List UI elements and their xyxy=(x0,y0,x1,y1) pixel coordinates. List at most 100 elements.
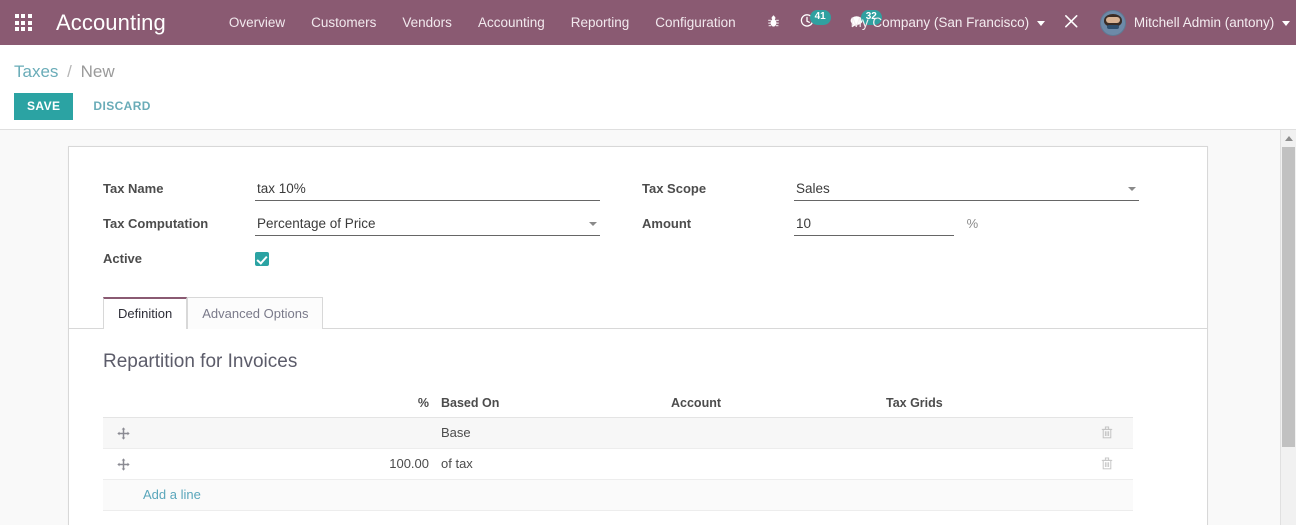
control-panel-buttons: SAVE DISCARD xyxy=(0,88,1296,129)
field-tax-scope: Tax Scope xyxy=(642,177,1207,205)
scroll-up-button[interactable] xyxy=(1281,130,1296,147)
chevron-down-icon xyxy=(1282,20,1290,26)
field-control-active xyxy=(255,247,269,269)
user-menu-label: Mitchell Admin (antony) xyxy=(1133,15,1275,30)
repartition-table-head: % Based On Account Tax Grids xyxy=(103,393,1133,418)
field-control-tax-computation xyxy=(255,212,600,236)
form-sheet: Tax Name Tax Computation Active xyxy=(68,146,1208,525)
column-header-handle xyxy=(103,393,145,418)
form-column-left: Tax Name Tax Computation Active xyxy=(69,177,638,282)
amount-input[interactable] xyxy=(794,212,954,236)
debug-menu-button[interactable] xyxy=(757,0,790,45)
menu-item-customers[interactable]: Customers xyxy=(298,0,389,45)
scrollbar-thumb[interactable] xyxy=(1282,147,1295,447)
control-panel: Taxes / New SAVE DISCARD xyxy=(0,45,1296,130)
repartition-table-body: Base 100.00 of tax Add a line xyxy=(103,417,1133,512)
cell-tax-grids[interactable] xyxy=(880,448,1095,481)
cell-percent[interactable] xyxy=(145,417,435,450)
wrench-screwdriver-icon xyxy=(1063,13,1080,33)
cell-delete[interactable] xyxy=(1095,448,1133,481)
cell-account[interactable] xyxy=(665,448,880,481)
add-line-row[interactable]: Add a line xyxy=(103,479,1133,512)
form-column-right: Tax Scope Amount % xyxy=(638,177,1207,282)
table-row[interactable]: 100.00 of tax xyxy=(103,448,1133,481)
amount-suffix-label: % xyxy=(966,216,979,231)
trash-icon[interactable] xyxy=(1101,426,1127,439)
repartition-section-title: Repartition for Invoices xyxy=(103,351,298,372)
repartition-table: % Based On Account Tax Grids Base 100.00… xyxy=(103,393,1133,512)
chevron-down-icon xyxy=(1036,20,1045,26)
column-header-actions xyxy=(1095,393,1133,418)
avatar[interactable] xyxy=(1099,9,1126,36)
top-navbar: Accounting Overview Customers Vendors Ac… xyxy=(0,0,1296,45)
tab-advanced-options[interactable]: Advanced Options xyxy=(187,297,324,329)
tax-name-input[interactable] xyxy=(255,177,600,201)
field-active: Active xyxy=(103,247,638,275)
cell-delete[interactable] xyxy=(1095,417,1133,450)
form-fields: Tax Name Tax Computation Active xyxy=(69,147,1207,296)
trash-icon[interactable] xyxy=(1101,457,1127,470)
row-drag-cell[interactable] xyxy=(103,417,145,450)
save-button[interactable]: SAVE xyxy=(14,93,74,120)
column-header-tax-grids: Tax Grids xyxy=(880,393,1095,418)
company-switcher[interactable]: My Company (San Francisco) xyxy=(841,15,1049,30)
menu-item-overview[interactable]: Overview xyxy=(216,0,298,45)
breadcrumb-separator: / xyxy=(67,62,72,81)
notebook-page-definition: Repartition for Invoices % Based On Acco… xyxy=(69,329,1207,512)
tab-definition[interactable]: Definition xyxy=(103,297,188,329)
apps-menu-button[interactable] xyxy=(0,0,46,45)
field-label-tax-name: Tax Name xyxy=(103,181,164,196)
cell-percent[interactable]: 100.00 xyxy=(145,448,435,481)
field-label-tax-scope: Tax Scope xyxy=(642,181,707,196)
row-drag-cell[interactable] xyxy=(103,448,145,481)
menu-item-reporting[interactable]: Reporting xyxy=(558,0,643,45)
app-brand-title[interactable]: Accounting xyxy=(46,10,172,36)
cell-account[interactable] xyxy=(665,417,880,450)
vertical-scrollbar[interactable] xyxy=(1280,130,1296,525)
cell-tax-grids[interactable] xyxy=(880,417,1095,450)
cell-based-on[interactable]: Base xyxy=(435,417,665,450)
sheet-wrapper: Tax Name Tax Computation Active xyxy=(0,130,1296,525)
navbar-right-zone: My Company (San Francisco) Mitchell Admi… xyxy=(841,0,1290,45)
field-tax-computation: Tax Computation xyxy=(103,212,638,240)
breadcrumb-item-current: New xyxy=(80,62,115,81)
table-header-row: % Based On Account Tax Grids xyxy=(103,393,1133,418)
activities-counter-badge: 41 xyxy=(809,10,831,25)
content-area: Tax Name Tax Computation Active xyxy=(0,130,1296,525)
active-checkbox[interactable] xyxy=(255,252,269,266)
company-switcher-label: My Company (San Francisco) xyxy=(850,15,1030,30)
field-control-tax-scope xyxy=(794,177,1139,201)
column-header-percent: % xyxy=(145,393,435,418)
user-menu[interactable]: Mitchell Admin (antony) xyxy=(1126,15,1290,30)
field-label-tax-computation: Tax Computation xyxy=(103,216,209,231)
field-control-tax-name xyxy=(255,177,600,201)
table-row[interactable]: Base xyxy=(103,417,1133,450)
tax-scope-select[interactable] xyxy=(794,177,1139,201)
notebook-tabs: Definition Advanced Options xyxy=(69,296,1207,329)
caret-up-icon xyxy=(1284,136,1293,141)
field-amount: Amount % xyxy=(642,212,1207,240)
breadcrumb-item-taxes[interactable]: Taxes xyxy=(14,62,58,81)
menu-item-accounting[interactable]: Accounting xyxy=(465,0,558,45)
add-line-cell[interactable]: Add a line xyxy=(103,479,1133,512)
field-control-amount: % xyxy=(794,212,978,236)
menu-item-configuration[interactable]: Configuration xyxy=(642,0,748,45)
field-label-active: Active xyxy=(103,251,143,266)
cell-based-on[interactable]: of tax xyxy=(435,448,665,481)
column-header-account: Account xyxy=(665,393,880,418)
bug-icon xyxy=(766,14,781,32)
add-a-line-link[interactable]: Add a line xyxy=(109,487,201,502)
move-handle-icon[interactable] xyxy=(117,427,130,440)
column-header-based-on: Based On xyxy=(435,393,665,418)
activities-menu-button[interactable]: 41 xyxy=(790,0,840,45)
field-tax-name: Tax Name xyxy=(103,177,638,205)
move-handle-icon[interactable] xyxy=(117,458,130,471)
main-menu: Overview Customers Vendors Accounting Re… xyxy=(216,0,749,45)
breadcrumb: Taxes / New xyxy=(0,55,1296,88)
menu-item-vendors[interactable]: Vendors xyxy=(389,0,465,45)
tools-menu-button[interactable] xyxy=(1049,13,1094,33)
tax-computation-select[interactable] xyxy=(255,212,600,236)
discard-button[interactable]: DISCARD xyxy=(81,93,162,120)
field-label-amount: Amount xyxy=(642,216,692,231)
apps-grid-icon xyxy=(14,14,32,31)
